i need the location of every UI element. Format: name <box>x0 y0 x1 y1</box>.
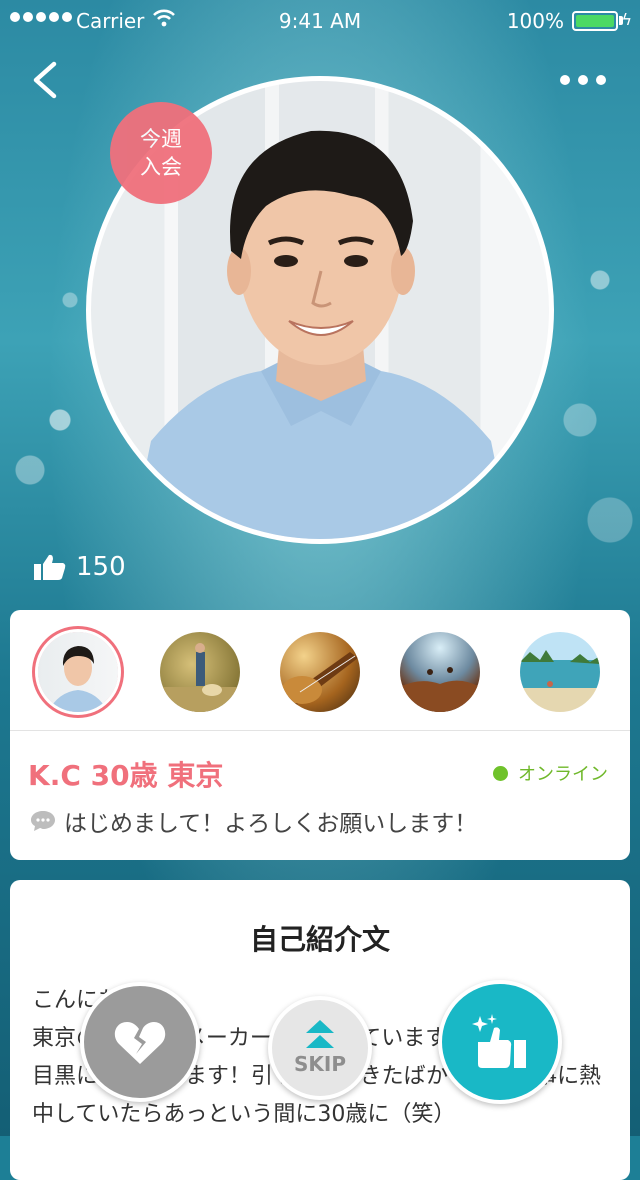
dislike-button[interactable] <box>80 982 200 1102</box>
photo-thumbnail-3[interactable] <box>280 632 360 712</box>
photo-thumbnail-1[interactable] <box>38 632 118 712</box>
status-bar: Carrier 9:41 AM 100% ϟ <box>0 0 640 40</box>
battery-icon <box>572 11 618 31</box>
online-dot-icon <box>493 765 508 781</box>
more-options-icon[interactable] <box>560 70 610 90</box>
broken-heart-icon <box>114 1022 166 1064</box>
badge-line-1: 今週 <box>140 127 182 151</box>
skip-label: SKIP <box>293 1052 346 1076</box>
photo-thumbnail-strip <box>10 610 630 731</box>
profile-name-age-location: K.C 30歳 東京 <box>28 759 224 792</box>
battery-percentage: 100% <box>506 9 564 33</box>
self-introduction-title: 自己紹介文 <box>249 923 390 956</box>
online-status: オンライン <box>493 760 608 786</box>
skip-button[interactable]: SKIP <box>268 996 372 1100</box>
photo-thumbnail-5[interactable] <box>520 632 600 712</box>
sparkle-thumbs-up-icon <box>472 1014 526 1068</box>
thumbs-up-icon <box>34 554 66 580</box>
badge-line-2: 入会 <box>140 155 182 179</box>
back-chevron-icon[interactable] <box>28 60 64 100</box>
profile-summary-card: K.C 30歳 東京 オンライン はじめまして！よろしくお願いします！ <box>10 610 630 860</box>
greeting-text: はじめまして！よろしくお願いします！ <box>64 811 478 837</box>
new-member-badge: 今週 入会 <box>110 102 212 204</box>
online-status-label: オンライン <box>518 764 608 785</box>
double-chevron-up-icon <box>306 1020 334 1048</box>
like-button[interactable] <box>438 980 562 1104</box>
greeting-message: はじめまして！よろしくお願いします！ <box>30 804 477 838</box>
photo-thumbnail-2[interactable] <box>160 632 240 712</box>
likes-number: 150 <box>76 552 126 582</box>
speech-bubble-icon <box>31 811 55 831</box>
charging-icon: ϟ <box>621 10 632 29</box>
photo-thumbnail-4[interactable] <box>400 632 480 712</box>
likes-count: 150 <box>34 552 126 582</box>
